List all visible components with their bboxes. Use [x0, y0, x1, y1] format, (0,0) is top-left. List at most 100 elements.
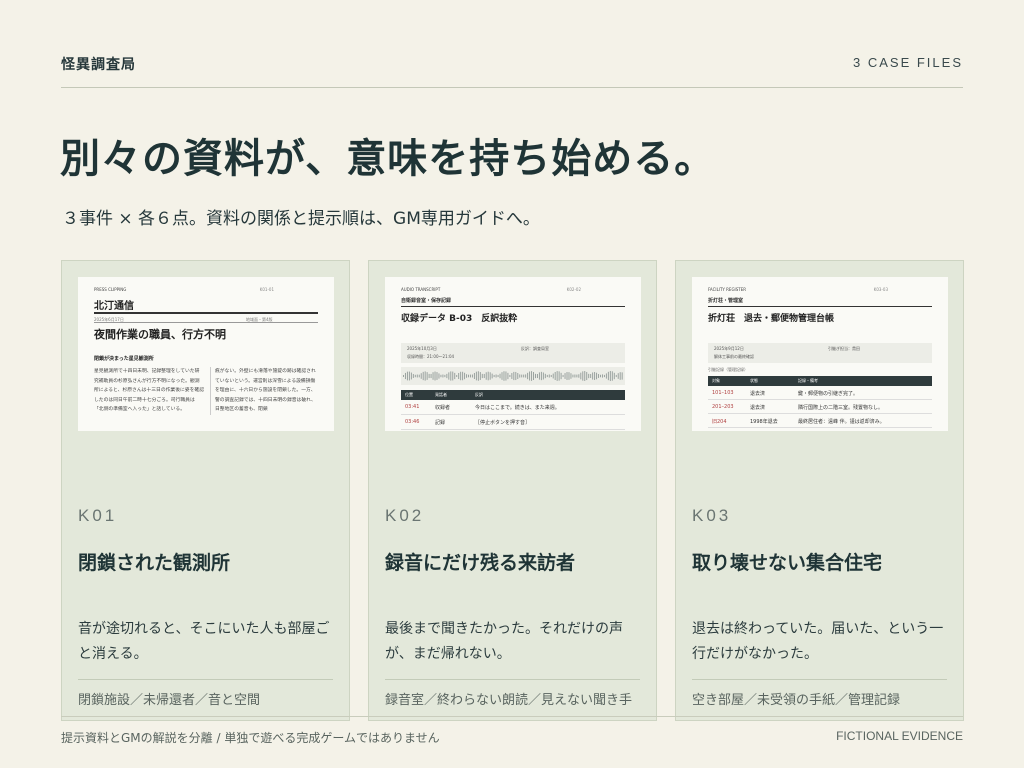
waveform-bar — [456, 374, 458, 378]
waveform-bar — [523, 374, 525, 378]
waveform-bar — [617, 373, 619, 379]
waveform-bar — [598, 374, 600, 378]
case-title: 録音にだけ残る来訪者 — [385, 552, 576, 574]
header-divider — [61, 87, 963, 88]
waveform-bar — [473, 373, 475, 379]
waveform-bar — [416, 374, 418, 378]
doc-id: K02-02 — [566, 287, 581, 292]
waveform — [401, 367, 625, 385]
waveform-bar — [412, 374, 414, 378]
evidence-thumbnail: AUDIO TRANSCRIPT K02-02 自衛録音室・保存記録 収録データ… — [385, 277, 641, 431]
waveform-bar — [454, 372, 456, 380]
table-header: 位置 発話者 反訳 — [401, 390, 625, 400]
waveform-bar — [578, 374, 580, 378]
waveform-bar — [495, 374, 497, 378]
footer-divider — [61, 716, 963, 717]
waveform-bar — [586, 371, 588, 381]
waveform-bar — [503, 371, 505, 381]
doc-tag: AUDIO TRANSCRIPT — [401, 287, 441, 292]
case-description: 退去は終わっていた。届いた、という一行だけがなかった。 — [692, 621, 944, 662]
waveform-bar — [566, 372, 568, 380]
waveform-bar — [517, 373, 519, 379]
case-title: 閉鎖された観測所 — [78, 552, 231, 574]
waveform-bar — [592, 372, 594, 380]
waveform-bar — [529, 371, 531, 381]
waveform-bar — [452, 371, 454, 381]
waveform-bar — [556, 371, 558, 381]
waveform-bar — [438, 373, 440, 379]
waveform-bar — [582, 371, 584, 381]
waveform-bar — [538, 372, 540, 380]
waveform-bar — [580, 372, 582, 380]
case-tags: 空き部屋／未受領の手紙／管理記録 — [692, 693, 901, 708]
waveform-bar — [505, 371, 507, 381]
waveform-bar — [601, 374, 603, 378]
waveform-bar — [560, 372, 562, 380]
waveform-bar — [485, 372, 487, 380]
case-code: K02 — [385, 506, 425, 525]
waveform-bar — [605, 373, 607, 379]
waveform-bar — [609, 370, 611, 382]
waveform-bar — [600, 374, 601, 378]
waveform-bar — [550, 374, 552, 378]
waveform-bar — [611, 371, 613, 381]
waveform-bar — [497, 374, 499, 378]
waveform-bar — [403, 375, 404, 377]
table-header: 対象 状態 記録・備考 — [708, 376, 932, 386]
waveform-bar — [536, 373, 538, 379]
waveform-bar — [507, 372, 509, 380]
waveform-bar — [479, 372, 481, 380]
doc-tag: FACILITY REGISTER — [708, 287, 747, 292]
waveform-bar — [558, 371, 560, 381]
waveform-bar — [408, 371, 410, 381]
page-subtitle: ３事件 × 各６点。資料の関係と提示順は、GM専用ガイドへ。 — [62, 209, 540, 229]
doc-id: K03-03 — [873, 287, 888, 292]
waveform-bar — [477, 371, 479, 381]
waveform-bar — [471, 374, 473, 378]
waveform-bar — [428, 373, 430, 379]
waveform-bar — [493, 374, 495, 378]
org-name: 怪異調査局 — [61, 57, 136, 73]
doc-meta: 2025年10月3日 反訳：調査局室 収録時間：21:00〜21:04 — [401, 343, 625, 363]
waveform-bar — [487, 371, 489, 381]
waveform-bar — [501, 372, 503, 380]
waveform-bar — [483, 373, 485, 379]
waveform-bar — [588, 373, 590, 379]
waveform-bar — [446, 373, 448, 379]
waveform-bar — [621, 372, 623, 380]
waveform-bar — [590, 374, 592, 378]
doc-label: 自衛録音室・保存記録 — [401, 298, 452, 304]
waveform-bar — [584, 371, 586, 381]
doc-title: 収録データ B-03 反訳抜粋 — [401, 314, 518, 324]
waveform-bar — [420, 373, 422, 379]
case-tags: 録音室／終わらない朗読／見えない聞き手 — [385, 693, 633, 708]
waveform-bar — [509, 374, 511, 378]
waveform-bar — [615, 374, 617, 378]
waveform-bar — [607, 371, 609, 381]
case-description: 音が途切れると、そこにいた人も部屋ごと消える。 — [78, 621, 330, 662]
waveform-bar — [527, 372, 529, 380]
waveform-bar — [562, 374, 564, 378]
waveform-bar — [481, 373, 483, 379]
case-count: 3 CASE FILES — [853, 55, 963, 70]
doc-id: K01-01 — [259, 287, 274, 292]
case-tags: 閉鎖施設／未帰還者／音と空間 — [78, 693, 261, 708]
waveform-bar — [440, 374, 442, 378]
waveform-bar — [489, 372, 491, 380]
case-description: 最後まで聞きたかった。それだけの声が、まだ帰れない。 — [385, 621, 623, 662]
table-row: 旧204 1998年退去 最終居住者：遠峰 伴。謹は返却済み。 — [708, 415, 932, 428]
waveform-bar — [542, 372, 544, 380]
waveform-bar — [460, 371, 462, 381]
case-title: 取り壊せない集合住宅 — [692, 552, 883, 574]
waveform-bar — [513, 371, 515, 381]
waveform-bar — [442, 374, 444, 378]
doc-title: 折灯荘 退去・郵便物管理台帳 — [708, 314, 835, 324]
waveform-bar — [521, 374, 523, 378]
waveform-bar — [491, 373, 493, 379]
waveform-bar — [466, 374, 468, 378]
waveform-bar — [406, 371, 408, 381]
waveform-bar — [534, 373, 536, 379]
waveform-bar — [511, 373, 513, 379]
waveform-bar — [554, 372, 556, 380]
paper-column: 星見観測所で十四日未明、記録整理をしていた研究補助員の杉原弘さんが行方不明になっ… — [94, 369, 204, 412]
